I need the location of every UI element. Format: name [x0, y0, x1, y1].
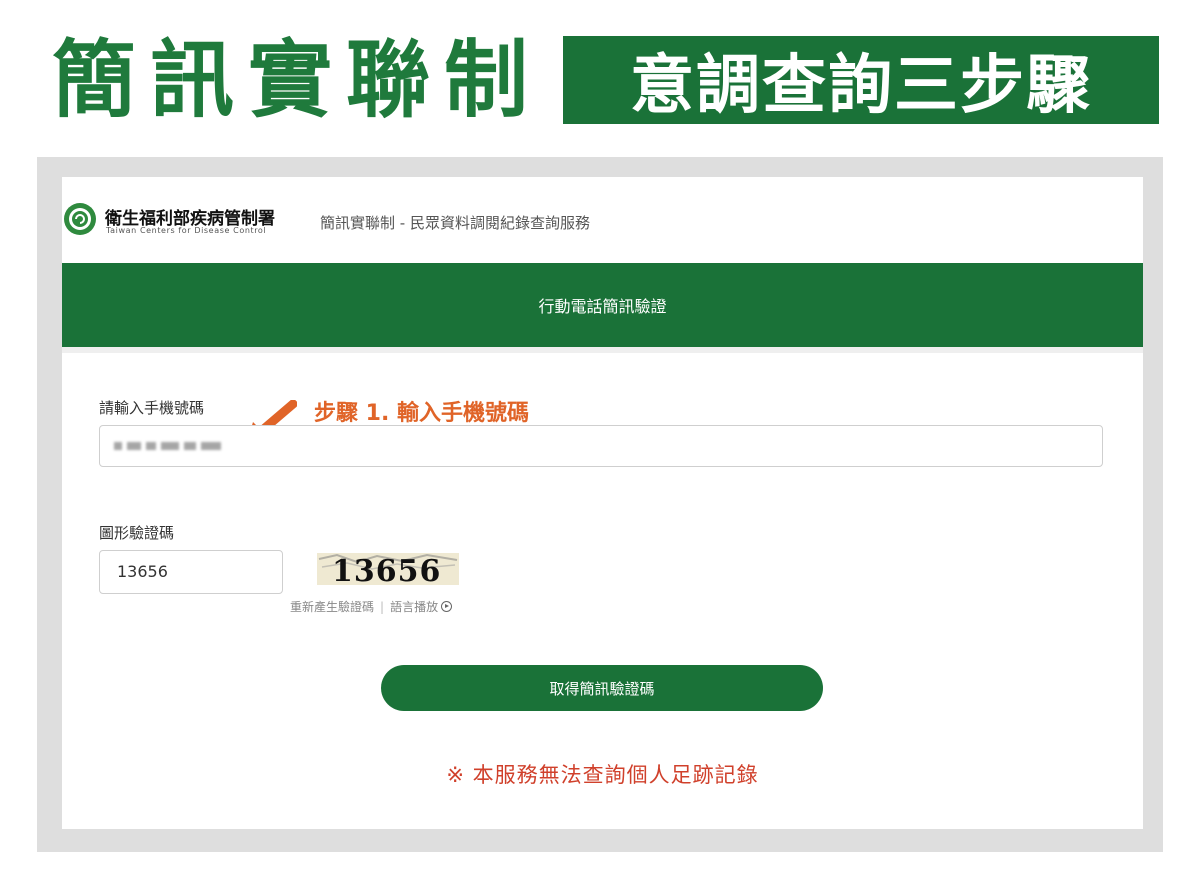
service-title: 簡訊實聯制 - 民眾資料調閱紀錄查詢服務 — [320, 214, 590, 232]
audio-captcha-link[interactable]: 語言播放 — [390, 598, 438, 615]
phone-label: 請輸入手機號碼 — [99, 399, 205, 417]
cdc-logo-icon[interactable] — [64, 203, 96, 235]
page-header: 衛生福利部疾病管制署 Taiwan Centers for Disease Co… — [62, 177, 1143, 263]
banner-subtitle: 意調查詢三步驟 — [563, 36, 1159, 124]
section-title-bar: 行動電話簡訊驗證 — [62, 263, 1143, 347]
regenerate-captcha-link[interactable]: 重新產生驗證碼 — [290, 598, 374, 615]
captcha-text: 13656 — [332, 554, 442, 585]
get-sms-code-button[interactable]: 取得簡訊驗證碼 — [381, 665, 823, 711]
section-title: 行動電話簡訊驗證 — [538, 297, 667, 316]
step-1-note: 步驟 1. 輸入手機號碼 — [314, 401, 529, 426]
divider — [62, 347, 1143, 353]
footprint-notice: ※ 本服務無法查詢個人足跡記錄 — [446, 763, 759, 787]
phone-number-input[interactable] — [99, 425, 1103, 467]
link-separator: | — [380, 599, 385, 614]
org-name-en: Taiwan Centers for Disease Control — [106, 226, 267, 235]
captcha-image: 13656 — [317, 553, 459, 585]
captcha-input[interactable]: 13656 — [99, 550, 283, 594]
captcha-label: 圖形驗證碼 — [99, 524, 175, 542]
service-page: 衛生福利部疾病管制署 Taiwan Centers for Disease Co… — [62, 177, 1143, 829]
masked-phone-value — [114, 438, 232, 454]
banner-title: 簡訊實聯制 — [52, 31, 543, 129]
captcha-links: 重新產生驗證碼 | 語言播放 — [290, 598, 453, 615]
play-icon[interactable] — [441, 601, 453, 612]
